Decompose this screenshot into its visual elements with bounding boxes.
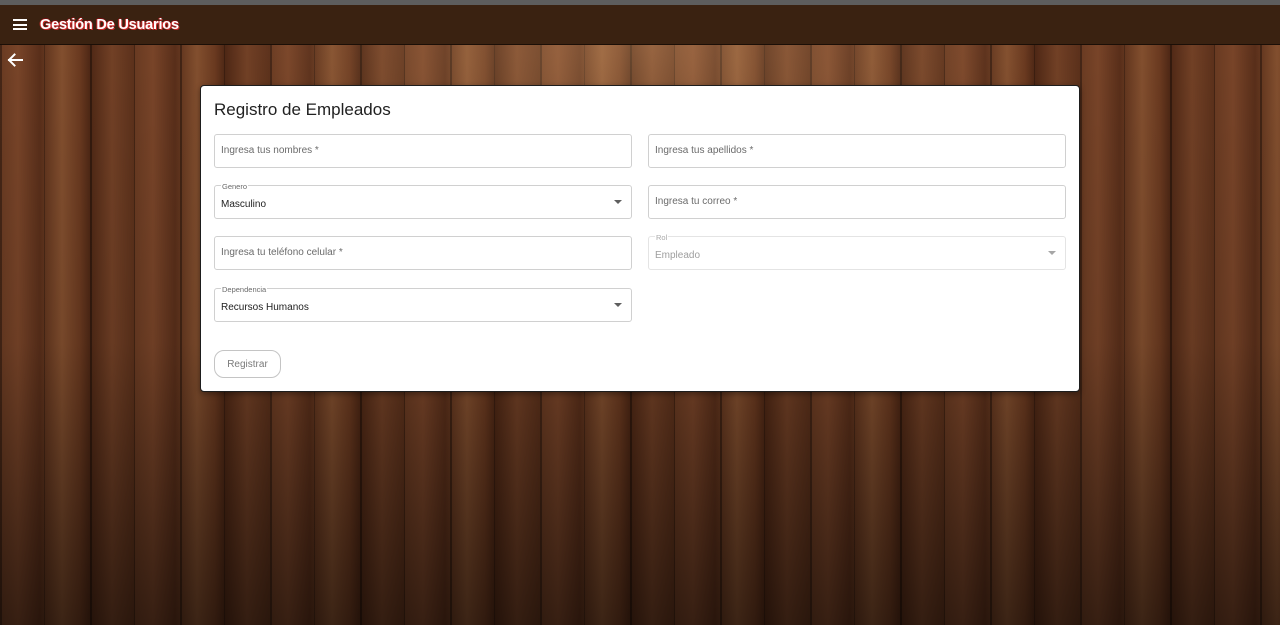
menu-icon[interactable]: [0, 5, 40, 45]
dependencia-label: Dependencia: [221, 285, 268, 294]
chevron-down-icon: [614, 200, 622, 204]
rol-label: Rol: [655, 233, 669, 242]
arrow-left-icon[interactable]: [4, 49, 26, 71]
registration-card: Registro de Empleados Ingresa tus nombre…: [200, 85, 1080, 392]
chevron-down-icon: [614, 303, 622, 307]
dependencia-value: Recursos Humanos: [221, 302, 309, 313]
correo-input[interactable]: Ingresa tu correo *: [648, 185, 1066, 219]
nombres-input[interactable]: Ingresa tus nombres *: [214, 134, 632, 168]
genero-select[interactable]: Genero Masculino: [214, 182, 632, 219]
apellidos-input[interactable]: Ingresa tus apellidos *: [648, 134, 1066, 168]
apellidos-placeholder: Ingresa tus apellidos *: [655, 145, 754, 156]
rol-select: Rol Empleado: [648, 233, 1066, 270]
dependencia-select[interactable]: Dependencia Recursos Humanos: [214, 285, 632, 322]
correo-placeholder: Ingresa tu correo *: [655, 196, 738, 207]
page-title: Registro de Empleados: [214, 100, 391, 119]
nombres-placeholder: Ingresa tus nombres *: [221, 145, 319, 156]
chevron-down-icon: [1048, 251, 1056, 255]
genero-label: Genero: [221, 182, 249, 191]
telefono-placeholder: Ingresa tu teléfono celular *: [221, 247, 343, 258]
app-toolbar: Gestión De Usuarios: [0, 5, 1280, 45]
rol-value: Empleado: [655, 250, 701, 261]
app-title: Gestión De Usuarios: [40, 16, 179, 33]
telefono-input[interactable]: Ingresa tu teléfono celular *: [214, 236, 632, 270]
registrar-button[interactable]: Registrar: [214, 350, 281, 378]
genero-value: Masculino: [221, 199, 267, 210]
